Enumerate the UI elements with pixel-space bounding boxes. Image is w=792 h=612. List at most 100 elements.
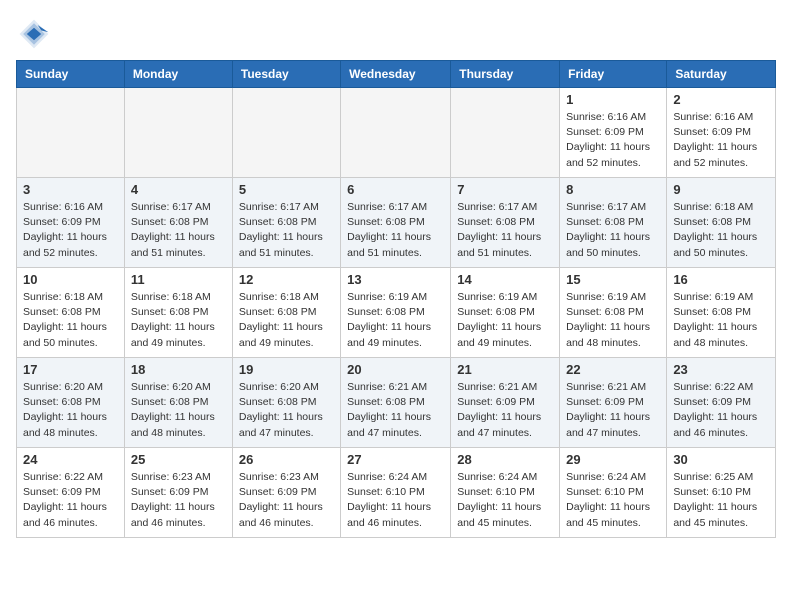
calendar-cell: 10Sunrise: 6:18 AM Sunset: 6:08 PM Dayli… bbox=[17, 268, 125, 358]
day-number: 2 bbox=[673, 92, 769, 107]
calendar-cell: 23Sunrise: 6:22 AM Sunset: 6:09 PM Dayli… bbox=[667, 358, 776, 448]
calendar-cell: 7 Sunrise: 6:17 AM Sunset: 6:08 PM Daylig… bbox=[451, 178, 560, 268]
day-number: 4 bbox=[131, 182, 226, 197]
day-info: Sunrise: 6:19 AM Sunset: 6:08 PM Dayligh… bbox=[457, 290, 553, 351]
day-info: Sunrise: 6:24 AM Sunset: 6:10 PM Dayligh… bbox=[347, 470, 444, 531]
day-info: Sunrise: 6:18 AM Sunset: 6:08 PM Dayligh… bbox=[131, 290, 226, 351]
day-info: Sunrise: 6:18 AM Sunset: 6:08 PM Dayligh… bbox=[673, 200, 769, 261]
calendar-cell: 27 Sunrise: 6:24 AM Sunset: 6:10 PM Dayli… bbox=[341, 448, 451, 538]
calendar-cell: 22 Sunrise: 6:21 AM Sunset: 6:09 PM Dayli… bbox=[560, 358, 667, 448]
calendar-cell: 19 Sunrise: 6:20 AM Sunset: 6:08 PM Dayli… bbox=[232, 358, 340, 448]
day-number: 19 bbox=[239, 362, 334, 377]
day-info: Sunrise: 6:22 AM Sunset: 6:09 PM Dayligh… bbox=[673, 380, 769, 441]
calendar-cell: 24Sunrise: 6:22 AM Sunset: 6:09 PM Dayli… bbox=[17, 448, 125, 538]
calendar-cell: 2 Sunrise: 6:16 AM Sunset: 6:09 PM Daylig… bbox=[667, 88, 776, 178]
day-info: Sunrise: 6:21 AM Sunset: 6:09 PM Dayligh… bbox=[457, 380, 553, 441]
weekday-header: Friday bbox=[560, 61, 667, 88]
day-info: Sunrise: 6:20 AM Sunset: 6:08 PM Dayligh… bbox=[131, 380, 226, 441]
day-info: Sunrise: 6:17 AM Sunset: 6:08 PM Dayligh… bbox=[239, 200, 334, 261]
calendar-week-row: 24Sunrise: 6:22 AM Sunset: 6:09 PM Dayli… bbox=[17, 448, 776, 538]
calendar-cell bbox=[341, 88, 451, 178]
calendar-cell: 26 Sunrise: 6:23 AM Sunset: 6:09 PM Dayli… bbox=[232, 448, 340, 538]
calendar-cell bbox=[232, 88, 340, 178]
calendar-cell: 13 Sunrise: 6:19 AM Sunset: 6:08 PM Dayli… bbox=[341, 268, 451, 358]
calendar-cell: 5 Sunrise: 6:17 AM Sunset: 6:08 PM Daylig… bbox=[232, 178, 340, 268]
day-info: Sunrise: 6:23 AM Sunset: 6:09 PM Dayligh… bbox=[131, 470, 226, 531]
calendar-cell: 20 Sunrise: 6:21 AM Sunset: 6:08 PM Dayli… bbox=[341, 358, 451, 448]
calendar-cell: 18 Sunrise: 6:20 AM Sunset: 6:08 PM Dayli… bbox=[124, 358, 232, 448]
day-number: 5 bbox=[239, 182, 334, 197]
weekday-header: Tuesday bbox=[232, 61, 340, 88]
day-number: 27 bbox=[347, 452, 444, 467]
day-number: 7 bbox=[457, 182, 553, 197]
day-info: Sunrise: 6:19 AM Sunset: 6:08 PM Dayligh… bbox=[673, 290, 769, 351]
day-number: 3 bbox=[23, 182, 118, 197]
calendar-cell bbox=[451, 88, 560, 178]
day-number: 28 bbox=[457, 452, 553, 467]
calendar-cell: 6 Sunrise: 6:17 AM Sunset: 6:08 PM Daylig… bbox=[341, 178, 451, 268]
day-number: 25 bbox=[131, 452, 226, 467]
weekday-header-row: SundayMondayTuesdayWednesdayThursdayFrid… bbox=[17, 61, 776, 88]
day-number: 6 bbox=[347, 182, 444, 197]
calendar-cell: 30 Sunrise: 6:25 AM Sunset: 6:10 PM Dayli… bbox=[667, 448, 776, 538]
weekday-header: Saturday bbox=[667, 61, 776, 88]
day-info: Sunrise: 6:17 AM Sunset: 6:08 PM Dayligh… bbox=[131, 200, 226, 261]
day-info: Sunrise: 6:22 AM Sunset: 6:09 PM Dayligh… bbox=[23, 470, 118, 531]
calendar-cell: 15 Sunrise: 6:19 AM Sunset: 6:08 PM Dayli… bbox=[560, 268, 667, 358]
day-info: Sunrise: 6:24 AM Sunset: 6:10 PM Dayligh… bbox=[457, 470, 553, 531]
calendar-cell: 29Sunrise: 6:24 AM Sunset: 6:10 PM Dayli… bbox=[560, 448, 667, 538]
day-number: 8 bbox=[566, 182, 660, 197]
calendar-week-row: 3 Sunrise: 6:16 AM Sunset: 6:09 PM Daylig… bbox=[17, 178, 776, 268]
day-number: 26 bbox=[239, 452, 334, 467]
day-info: Sunrise: 6:25 AM Sunset: 6:10 PM Dayligh… bbox=[673, 470, 769, 531]
day-info: Sunrise: 6:18 AM Sunset: 6:08 PM Dayligh… bbox=[23, 290, 118, 351]
day-info: Sunrise: 6:16 AM Sunset: 6:09 PM Dayligh… bbox=[673, 110, 769, 171]
day-number: 9 bbox=[673, 182, 769, 197]
day-number: 12 bbox=[239, 272, 334, 287]
calendar-cell: 25 Sunrise: 6:23 AM Sunset: 6:09 PM Dayli… bbox=[124, 448, 232, 538]
day-number: 16 bbox=[673, 272, 769, 287]
day-number: 29 bbox=[566, 452, 660, 467]
day-info: Sunrise: 6:20 AM Sunset: 6:08 PM Dayligh… bbox=[239, 380, 334, 441]
calendar-cell: 9 Sunrise: 6:18 AM Sunset: 6:08 PM Daylig… bbox=[667, 178, 776, 268]
day-info: Sunrise: 6:19 AM Sunset: 6:08 PM Dayligh… bbox=[566, 290, 660, 351]
day-number: 15 bbox=[566, 272, 660, 287]
page-header bbox=[16, 16, 776, 52]
day-number: 18 bbox=[131, 362, 226, 377]
day-number: 21 bbox=[457, 362, 553, 377]
day-info: Sunrise: 6:21 AM Sunset: 6:09 PM Dayligh… bbox=[566, 380, 660, 441]
day-number: 1 bbox=[566, 92, 660, 107]
day-number: 20 bbox=[347, 362, 444, 377]
calendar-week-row: 10Sunrise: 6:18 AM Sunset: 6:08 PM Dayli… bbox=[17, 268, 776, 358]
day-number: 14 bbox=[457, 272, 553, 287]
day-number: 13 bbox=[347, 272, 444, 287]
day-number: 30 bbox=[673, 452, 769, 467]
calendar-cell: 1 Sunrise: 6:16 AM Sunset: 6:09 PM Daylig… bbox=[560, 88, 667, 178]
calendar: SundayMondayTuesdayWednesdayThursdayFrid… bbox=[16, 60, 776, 538]
logo-icon bbox=[16, 16, 52, 52]
weekday-header: Monday bbox=[124, 61, 232, 88]
day-info: Sunrise: 6:17 AM Sunset: 6:08 PM Dayligh… bbox=[457, 200, 553, 261]
day-info: Sunrise: 6:21 AM Sunset: 6:08 PM Dayligh… bbox=[347, 380, 444, 441]
day-info: Sunrise: 6:18 AM Sunset: 6:08 PM Dayligh… bbox=[239, 290, 334, 351]
calendar-cell: 4 Sunrise: 6:17 AM Sunset: 6:08 PM Daylig… bbox=[124, 178, 232, 268]
weekday-header: Wednesday bbox=[341, 61, 451, 88]
calendar-cell bbox=[17, 88, 125, 178]
calendar-cell: 28 Sunrise: 6:24 AM Sunset: 6:10 PM Dayli… bbox=[451, 448, 560, 538]
calendar-cell bbox=[124, 88, 232, 178]
day-info: Sunrise: 6:16 AM Sunset: 6:09 PM Dayligh… bbox=[23, 200, 118, 261]
calendar-cell: 12 Sunrise: 6:18 AM Sunset: 6:08 PM Dayli… bbox=[232, 268, 340, 358]
day-info: Sunrise: 6:23 AM Sunset: 6:09 PM Dayligh… bbox=[239, 470, 334, 531]
day-number: 22 bbox=[566, 362, 660, 377]
calendar-cell: 3 Sunrise: 6:16 AM Sunset: 6:09 PM Daylig… bbox=[17, 178, 125, 268]
logo bbox=[16, 16, 56, 52]
day-info: Sunrise: 6:20 AM Sunset: 6:08 PM Dayligh… bbox=[23, 380, 118, 441]
day-info: Sunrise: 6:16 AM Sunset: 6:09 PM Dayligh… bbox=[566, 110, 660, 171]
day-info: Sunrise: 6:17 AM Sunset: 6:08 PM Dayligh… bbox=[347, 200, 444, 261]
calendar-cell: 17 Sunrise: 6:20 AM Sunset: 6:08 PM Dayli… bbox=[17, 358, 125, 448]
calendar-cell: 11 Sunrise: 6:18 AM Sunset: 6:08 PM Dayli… bbox=[124, 268, 232, 358]
day-number: 11 bbox=[131, 272, 226, 287]
calendar-cell: 16 Sunrise: 6:19 AM Sunset: 6:08 PM Dayli… bbox=[667, 268, 776, 358]
day-info: Sunrise: 6:19 AM Sunset: 6:08 PM Dayligh… bbox=[347, 290, 444, 351]
day-number: 17 bbox=[23, 362, 118, 377]
